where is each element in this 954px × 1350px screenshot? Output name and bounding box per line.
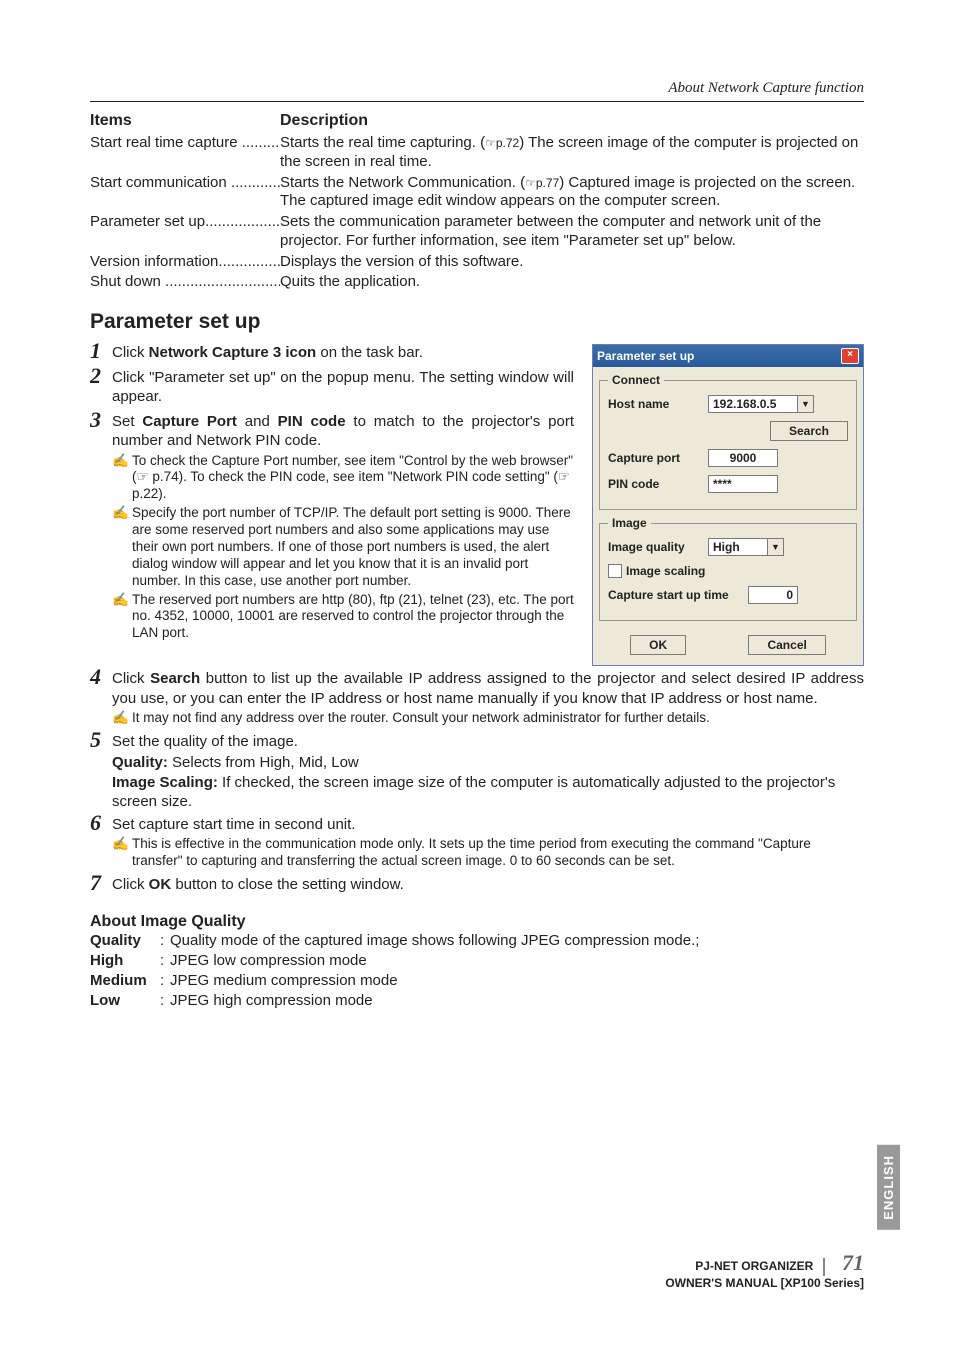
item-desc: Starts the Network Communication. (☞p.77… [280,174,864,212]
step-1: 1 Click Network Capture 3 icon on the ta… [90,340,574,363]
quality-row: Quality:Quality mode of the captured ima… [90,931,864,951]
step-7: 7 Click OK button to close the setting w… [90,872,864,895]
host-input[interactable]: 192.168.0.5 [708,395,798,413]
about-quality-heading: About Image Quality [90,913,864,931]
pointer-icon: ☞p.77 [525,176,559,190]
starttime-label: Capture start up time [608,588,748,602]
pointer-icon: ☞p.72 [485,136,519,150]
port-label: Capture port [608,451,708,465]
th-items: Items [90,112,280,130]
item-desc: Quits the application. [280,273,864,292]
starttime-input[interactable]: 0 [748,586,798,604]
footer-manual: OWNER'S MANUAL [XP100 Series] [665,1276,864,1290]
step-number: 7 [90,872,110,894]
section-title: Parameter set up [90,310,864,334]
page-footer: PJ-NET ORGANIZER 71 OWNER'S MANUAL [XP10… [665,1250,864,1290]
row-param-setup: Parameter set up........................… [90,213,864,251]
note: ✍ This is effective in the communication… [112,836,864,870]
step-number: 6 [90,812,110,834]
note-icon: ✍ [112,710,128,727]
connect-group: Connect Host name 192.168.0.5 ▼ Search C… [599,373,857,510]
step-5: 5 Set the quality of the image. [90,729,864,752]
row-version: Version information.....................… [90,253,864,272]
parameter-dialog: Parameter set up × Connect Host name 192… [592,344,864,666]
row-shutdown: Shut down ..............................… [90,273,864,292]
item-label: Shut down ..............................… [90,273,280,290]
image-group: Image Image quality High ▼ Image scaling… [599,516,857,621]
dialog-titlebar: Parameter set up × [593,345,863,367]
note: ✍ The reserved port numbers are http (80… [112,592,574,643]
cancel-button[interactable]: Cancel [748,635,825,655]
port-input[interactable]: 9000 [708,449,778,467]
note-icon: ✍ [112,505,128,522]
note: ✍ It may not find any address over the r… [112,710,864,727]
pin-input[interactable]: **** [708,475,778,493]
note-icon: ✍ [112,592,128,609]
step-4: 4 Click Search button to list up the ava… [90,666,864,708]
step-3: 3 Set Capture Port and PIN code to match… [90,409,574,451]
note: ✍ Specify the port number of TCP/IP. The… [112,505,574,589]
scaling-line: Image Scaling: If checked, the screen im… [112,773,864,812]
item-desc: Displays the version of this software. [280,253,864,272]
step-number: 4 [90,666,110,688]
quality-row: High:JPEG low compression mode [90,951,864,971]
step-number: 3 [90,409,110,431]
quality-select[interactable]: High [708,538,768,556]
th-desc: Description [280,112,864,130]
host-label: Host name [608,397,708,411]
item-label: Start communication ................... [90,174,280,191]
quality-line: Quality: Selects from High, Mid, Low [112,753,864,773]
dialog-title: Parameter set up [597,349,694,363]
note: ✍ To check the Capture Port number, see … [112,453,574,504]
item-label: Version information.....................… [90,253,280,270]
search-button[interactable]: Search [770,421,848,441]
pin-label: PIN code [608,477,708,491]
row-start-realtime: Start real time capture ................… [90,134,864,172]
item-desc: Starts the real time capturing. (☞p.72) … [280,134,864,172]
page-number: 71 [842,1250,864,1275]
connect-legend: Connect [608,373,664,387]
note-icon: ✍ [112,836,128,853]
chevron-down-icon[interactable]: ▼ [798,395,814,413]
step-number: 2 [90,365,110,387]
running-head: About Network Capture function [90,80,864,102]
step-6: 6 Set capture start time in second unit. [90,812,864,835]
note-icon: ✍ [112,453,128,470]
quality-row: Low:JPEG high compression mode [90,991,864,1011]
row-start-comm: Start communication ................... … [90,174,864,212]
step-number: 5 [90,729,110,751]
image-legend: Image [608,516,651,530]
scaling-checkbox[interactable] [608,564,622,578]
item-label: Parameter set up........................… [90,213,280,230]
language-tab: ENGLISH [877,1145,900,1230]
step-2: 2 Click "Parameter set up" on the popup … [90,365,574,407]
quality-row: Medium:JPEG medium compression mode [90,971,864,991]
chevron-down-icon[interactable]: ▼ [768,538,784,556]
step-number: 1 [90,340,110,362]
footer-product: PJ-NET ORGANIZER [695,1259,813,1273]
item-desc: Sets the communication parameter between… [280,213,864,251]
item-label: Start real time capture ................… [90,134,280,151]
table-header: Items Description [90,112,864,130]
scaling-label: Image scaling [626,564,705,578]
close-icon[interactable]: × [841,348,859,364]
ok-button[interactable]: OK [630,635,686,655]
quality-label: Image quality [608,540,708,554]
